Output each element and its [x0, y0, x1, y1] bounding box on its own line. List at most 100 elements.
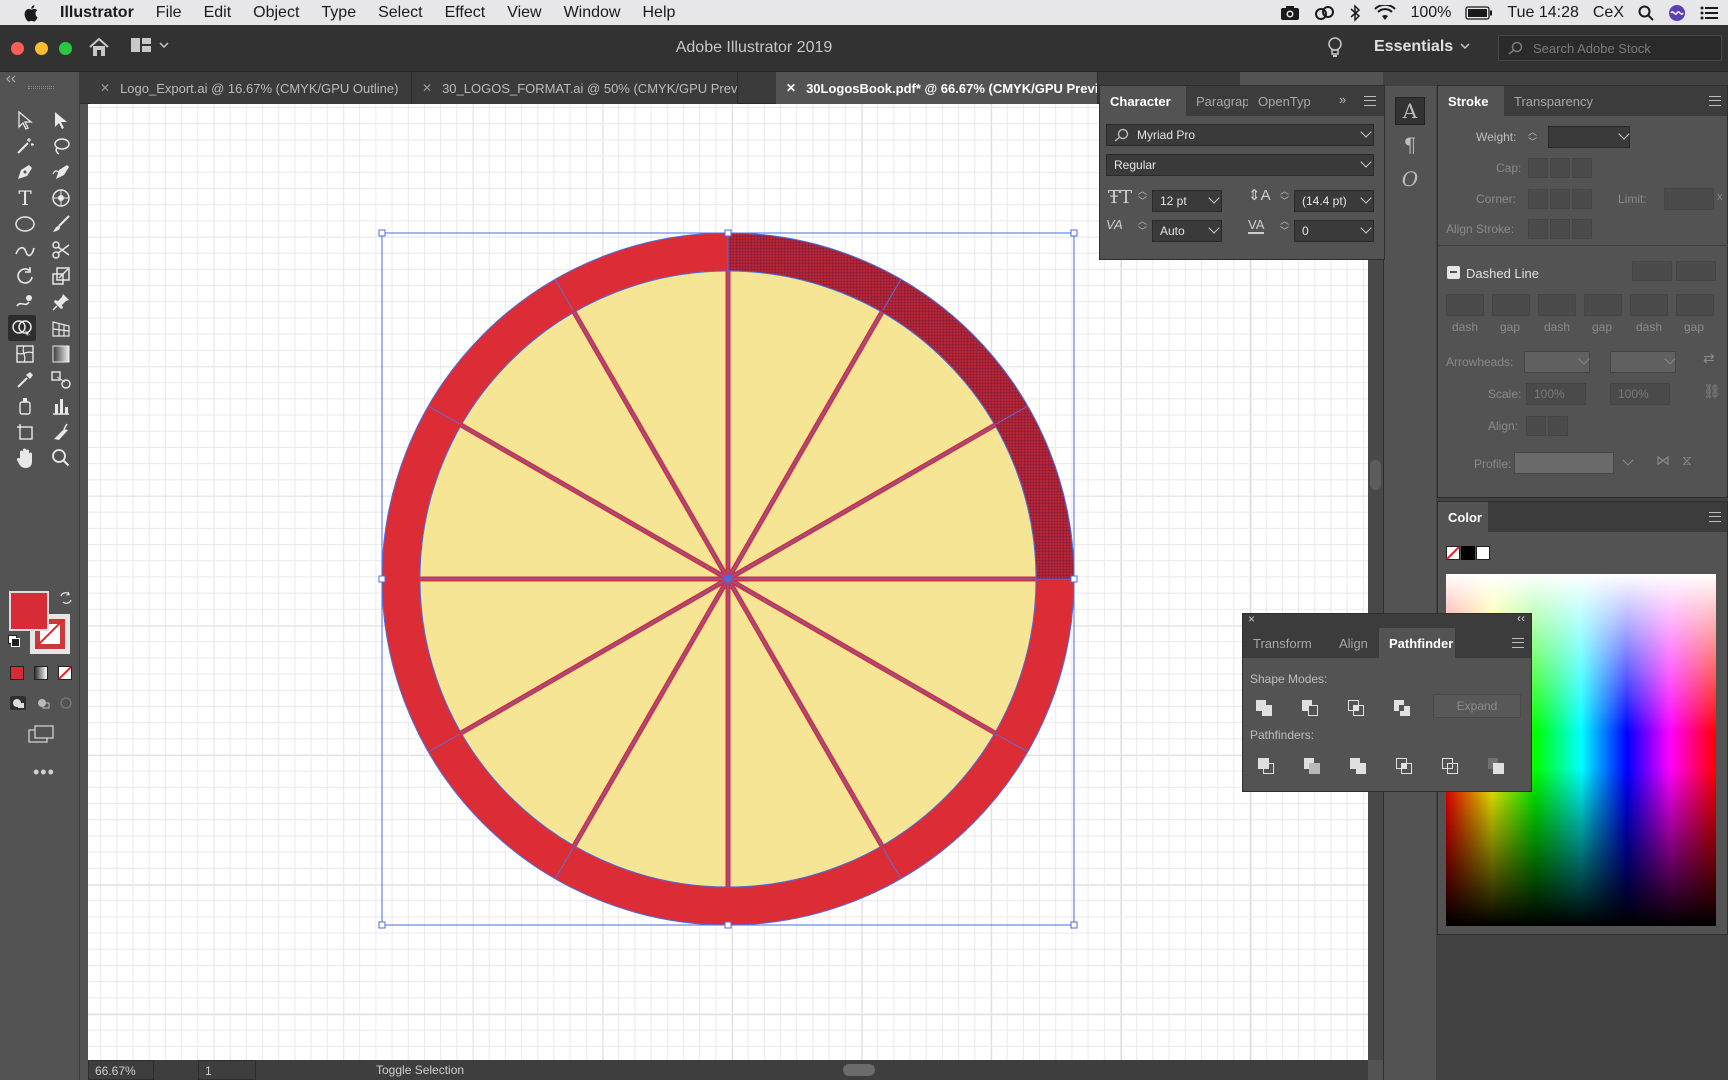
- none-mode-icon[interactable]: [58, 666, 72, 680]
- tab-pathfinder[interactable]: Pathfinder: [1379, 628, 1455, 658]
- close-tab-icon[interactable]: ✕: [786, 81, 796, 95]
- outline-icon[interactable]: [1441, 757, 1459, 775]
- draw-behind-icon[interactable]: [35, 696, 51, 710]
- battery-icon[interactable]: [1465, 5, 1493, 20]
- menu-edit[interactable]: Edit: [204, 4, 232, 22]
- font-style-field[interactable]: Regular: [1106, 154, 1374, 176]
- close-tab-icon[interactable]: ✕: [422, 81, 432, 95]
- arrow-tip-beyond-button[interactable]: [1526, 416, 1546, 436]
- white-swatch[interactable]: [1476, 546, 1490, 560]
- scissors-tool[interactable]: [47, 237, 75, 263]
- tab-color[interactable]: Color: [1438, 502, 1488, 532]
- gradient-mode-button[interactable]: [34, 666, 48, 680]
- minus-front-icon[interactable]: [1301, 699, 1319, 717]
- direct-selection-tool[interactable]: [47, 107, 75, 133]
- clock[interactable]: Tue 14:28: [1507, 4, 1578, 22]
- lasso-tool[interactable]: [47, 133, 75, 159]
- leading-field[interactable]: (14.4 pt): [1294, 190, 1374, 212]
- edit-toolbar-button[interactable]: •••: [33, 762, 55, 783]
- zoom-level-field[interactable]: 66.67%: [88, 1060, 154, 1080]
- magic-wand-tool[interactable]: [11, 133, 39, 159]
- perspective-grid-tool[interactable]: [47, 315, 75, 341]
- panel-overflow-icon[interactable]: »: [1339, 92, 1346, 107]
- shaper-tool[interactable]: [11, 237, 39, 263]
- type-tool[interactable]: T: [11, 185, 39, 211]
- ellipse-tool[interactable]: [11, 211, 39, 237]
- dash-preserve-button[interactable]: [1632, 261, 1672, 281]
- workspace-switcher[interactable]: Essentials: [1374, 38, 1453, 56]
- close-panel-icon[interactable]: ×: [1248, 612, 1255, 626]
- menu-select[interactable]: Select: [378, 4, 422, 22]
- stepper-icon[interactable]: ︿ ﹀: [1528, 127, 1537, 147]
- arrow-tip-at-end-button[interactable]: [1548, 416, 1568, 436]
- floating-panel-header[interactable]: × ‹‹: [1243, 611, 1531, 628]
- fill-color-swatch[interactable]: [9, 591, 49, 631]
- menu-file[interactable]: File: [156, 4, 182, 22]
- draw-normal-icon[interactable]: [10, 696, 26, 710]
- siri-icon[interactable]: [1668, 4, 1686, 22]
- panel-menu-icon[interactable]: [1512, 638, 1524, 648]
- menu-effect[interactable]: Effect: [445, 4, 486, 22]
- menu-window[interactable]: Window: [564, 4, 621, 22]
- dash-field-1[interactable]: [1446, 294, 1484, 316]
- horizontal-scrollbar-thumb[interactable]: [843, 1064, 875, 1076]
- menu-app-name[interactable]: Illustrator: [60, 4, 134, 22]
- puppet-warp-tool[interactable]: [11, 289, 39, 315]
- dashed-line-checkbox[interactable]: [1447, 266, 1460, 279]
- stepper-icon[interactable]: ︿ ﹀: [1280, 186, 1289, 206]
- trim-icon[interactable]: [1303, 757, 1321, 775]
- curvature-tool[interactable]: [47, 159, 75, 185]
- stepper-icon[interactable]: ︿ ﹀: [1138, 216, 1147, 236]
- minus-back-icon[interactable]: [1487, 757, 1505, 775]
- scrollbar-thumb[interactable]: [1370, 460, 1381, 490]
- symbol-sprayer-tool[interactable]: [47, 185, 75, 211]
- paintbrush-tool[interactable]: [47, 211, 75, 237]
- round-cap-button[interactable]: [1550, 158, 1570, 178]
- start-arrowhead-select[interactable]: [1524, 351, 1590, 373]
- menu-view[interactable]: View: [507, 4, 541, 22]
- merge-icon[interactable]: [1349, 757, 1367, 775]
- tab-paragraph[interactable]: Paragraph: [1186, 86, 1248, 116]
- chevron-down-icon[interactable]: [1460, 43, 1470, 49]
- tab-stroke[interactable]: Stroke: [1438, 86, 1504, 116]
- zoom-tool[interactable]: [47, 445, 75, 471]
- slice-tool[interactable]: [47, 419, 75, 445]
- document-tab[interactable]: ✕ 30_LOGOS_FORMAT.ai @ 50% (CMYK/GPU Prev…: [412, 72, 738, 104]
- draw-inside-icon[interactable]: [59, 696, 73, 710]
- selection-tool[interactable]: [11, 107, 39, 133]
- column-graph-tool[interactable]: [47, 393, 75, 419]
- pen-tool[interactable]: [11, 159, 39, 185]
- chevron-down-icon[interactable]: [1622, 454, 1634, 466]
- tab-character[interactable]: Character: [1100, 86, 1186, 116]
- mesh-tool[interactable]: [11, 341, 39, 367]
- paragraph-panel-icon[interactable]: ¶: [1395, 131, 1425, 159]
- menu-type[interactable]: Type: [321, 4, 356, 22]
- dash-align-button[interactable]: [1676, 261, 1716, 281]
- notification-center-icon[interactable]: [1700, 6, 1718, 20]
- character-panel-icon[interactable]: A: [1395, 97, 1425, 125]
- bevel-join-button[interactable]: [1572, 189, 1592, 209]
- close-tab-icon[interactable]: ✕: [100, 81, 110, 95]
- bluetooth-icon[interactable]: [1350, 3, 1361, 22]
- unite-icon[interactable]: [1255, 699, 1273, 717]
- menu-help[interactable]: Help: [642, 4, 675, 22]
- apple-icon[interactable]: [24, 4, 40, 22]
- camera-icon[interactable]: [1280, 5, 1300, 21]
- panel-menu-icon[interactable]: [1709, 512, 1721, 522]
- intersect-icon[interactable]: [1347, 699, 1365, 717]
- stepper-icon[interactable]: ︿ ﹀: [1138, 186, 1147, 206]
- spotlight-search-icon[interactable]: [1638, 5, 1654, 21]
- default-fill-stroke-icon[interactable]: [8, 635, 20, 647]
- align-inside-button[interactable]: [1550, 219, 1570, 239]
- rotate-tool[interactable]: [11, 263, 39, 289]
- tab-align[interactable]: Align: [1329, 628, 1379, 658]
- pin-tool[interactable]: [47, 289, 75, 315]
- collapse-toolbar-icon[interactable]: [4, 75, 18, 83]
- projecting-cap-button[interactable]: [1572, 158, 1592, 178]
- align-center-button[interactable]: [1528, 219, 1548, 239]
- document-tab-active[interactable]: ✕ 30LogosBook.pdf* @ 66.67% (CMYK/GPU Pre…: [776, 72, 1098, 104]
- hand-tool[interactable]: [11, 445, 39, 471]
- gap-field-2[interactable]: [1584, 294, 1622, 316]
- divide-icon[interactable]: [1257, 757, 1275, 775]
- lightbulb-icon[interactable]: [1327, 36, 1343, 58]
